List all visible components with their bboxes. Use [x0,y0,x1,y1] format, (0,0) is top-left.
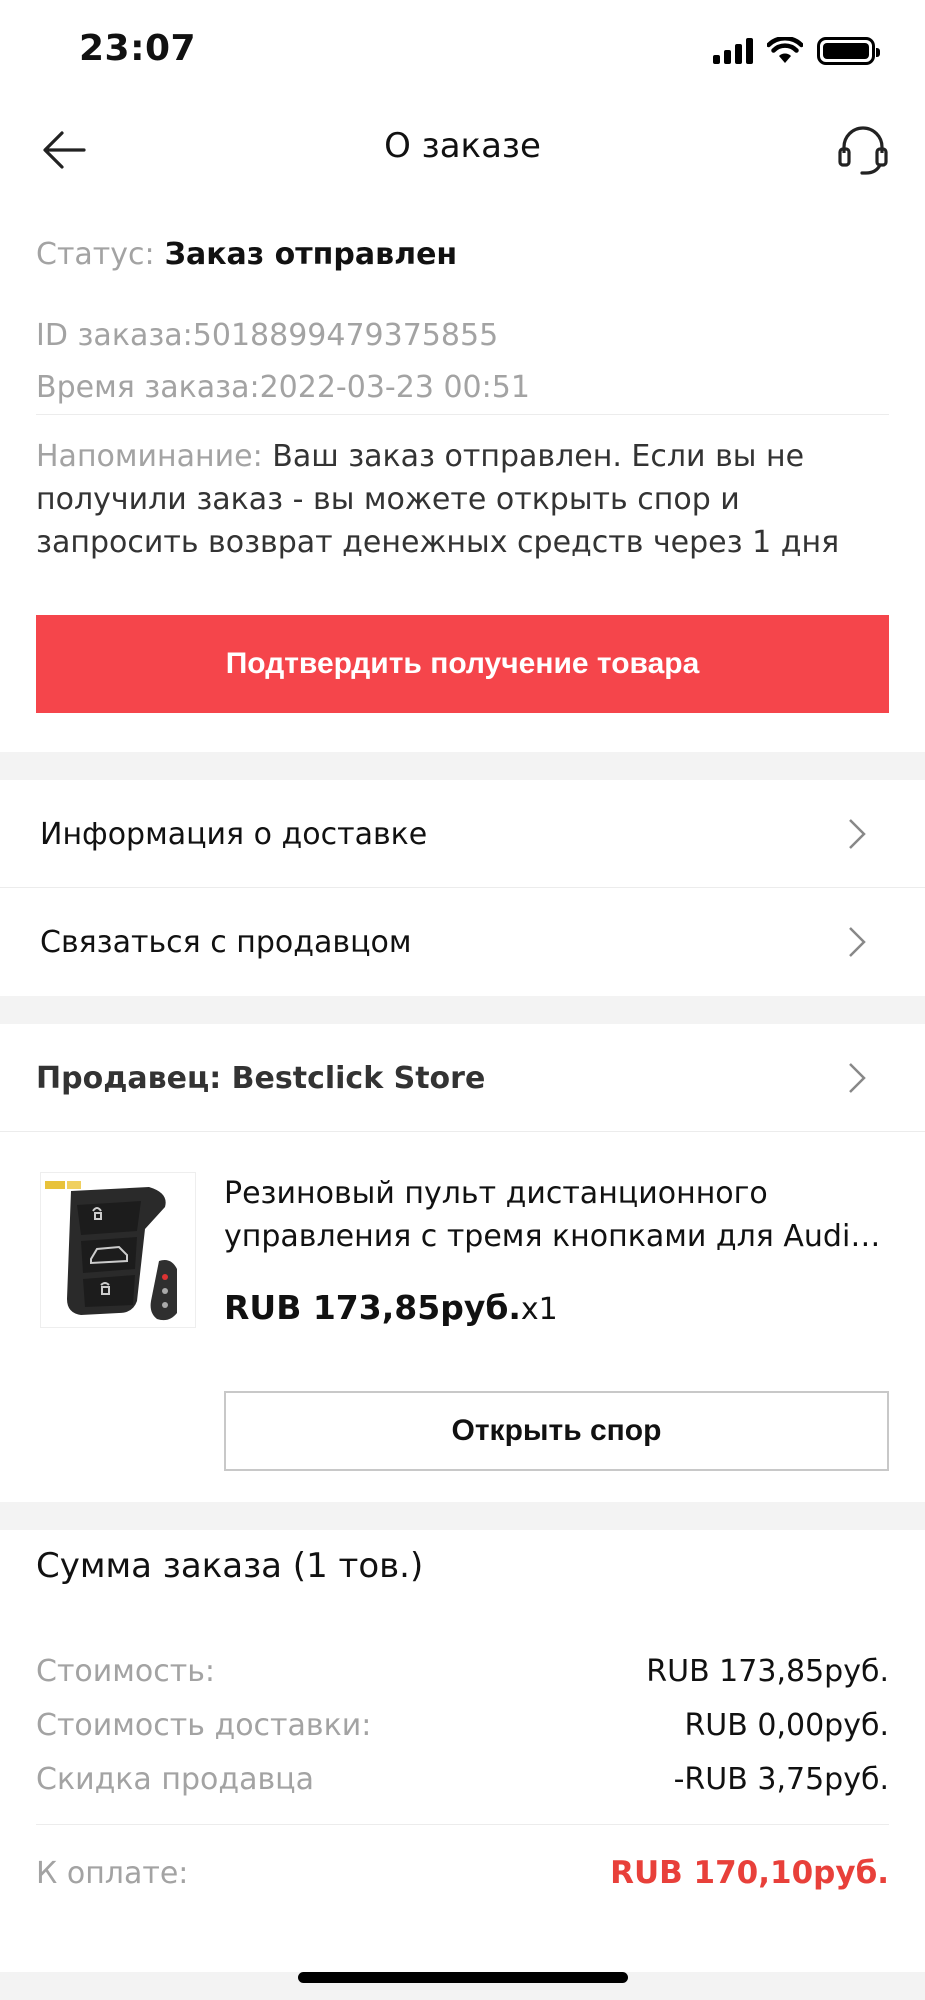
total-value: RUB 170,10руб. [610,1855,889,1891]
order-status: Статус: Заказ отправлен [36,230,889,280]
wifi-icon [767,37,803,63]
cellular-signal-icon [713,38,753,64]
summary-label: Скидка продавца [36,1761,314,1797]
product-price: RUB 173,85руб. [224,1288,521,1327]
product-title-line1: Резиновый пульт дистанционного [224,1176,768,1211]
open-dispute-button[interactable]: Открыть спор [224,1391,889,1471]
product-price-line: RUB 173,85руб.x1 [224,1288,558,1327]
section-separator [0,752,925,780]
battery-icon [817,37,880,65]
divider [36,414,889,415]
seller-name: Продавец: Bestclick Store [36,1060,486,1096]
reminder-label: Напоминание: [36,439,263,474]
headset-icon [838,126,888,175]
summary-value: RUB 173,85руб. [646,1653,889,1689]
status-icons [713,34,880,68]
summary-value: -RUB 3,75руб. [673,1761,889,1797]
support-button[interactable] [833,120,893,180]
nav-bar: О заказе [0,100,925,196]
seller-row[interactable]: Продавец: Bestclick Store [0,1024,925,1132]
section-separator [0,996,925,1024]
chevron-right-icon [849,819,866,849]
product-title[interactable]: Резиновый пульт дистанционного управлени… [224,1172,889,1258]
order-details-screen: 23:07 О заказе Статус: Заказ отправлен I… [0,0,925,2000]
divider [0,1131,925,1132]
summary-row-discount: Скидка продавца -RUB 3,75руб. [36,1757,889,1801]
summary-row-total: К оплате: RUB 170,10руб. [36,1851,889,1895]
home-indicator[interactable] [298,1972,628,1983]
order-time: Время заказа:2022-03-23 00:51 [36,370,530,405]
status-label: Статус: [36,237,155,272]
order-status-section: Статус: Заказ отправлен ID заказа:5018899… [36,230,889,560]
order-reminder: Напоминание: Ваш заказ отправлен. Если в… [36,435,889,564]
confirm-receipt-button[interactable]: Подтвердить получение товара [36,615,889,713]
page-title: О заказе [384,126,541,166]
delivery-info-label: Информация о доставке [40,816,428,852]
status-value: Заказ отправлен [164,237,458,272]
product-quantity: x1 [520,1292,558,1327]
divider [36,1824,889,1825]
summary-row-shipping: Стоимость доставки: RUB 0,00руб. [36,1703,889,1747]
summary-value: RUB 0,00руб. [684,1707,889,1743]
product-image[interactable] [40,1172,196,1328]
total-label: К оплате: [36,1855,189,1891]
status-time: 23:07 [79,28,197,69]
contact-seller-row[interactable]: Связаться с продавцом [0,888,925,996]
chevron-right-icon [849,1063,866,1093]
section-separator [0,1502,925,1530]
status-bar: 23:07 [0,0,925,100]
summary-row-cost: Стоимость: RUB 173,85руб. [36,1649,889,1693]
product-title-line2: управления с тремя кнопками для Audi A..… [224,1219,889,1254]
car-key-cover-icon [45,1181,177,1321]
contact-seller-label: Связаться с продавцом [40,924,412,960]
summary-label: Стоимость: [36,1653,216,1689]
delivery-info-row[interactable]: Информация о доставке [0,780,925,888]
chevron-right-icon [849,927,866,957]
summary-label: Стоимость доставки: [36,1707,372,1743]
order-id: ID заказа:5018899479375855 [36,318,499,353]
order-summary-title: Сумма заказа (1 тов.) [36,1546,424,1586]
